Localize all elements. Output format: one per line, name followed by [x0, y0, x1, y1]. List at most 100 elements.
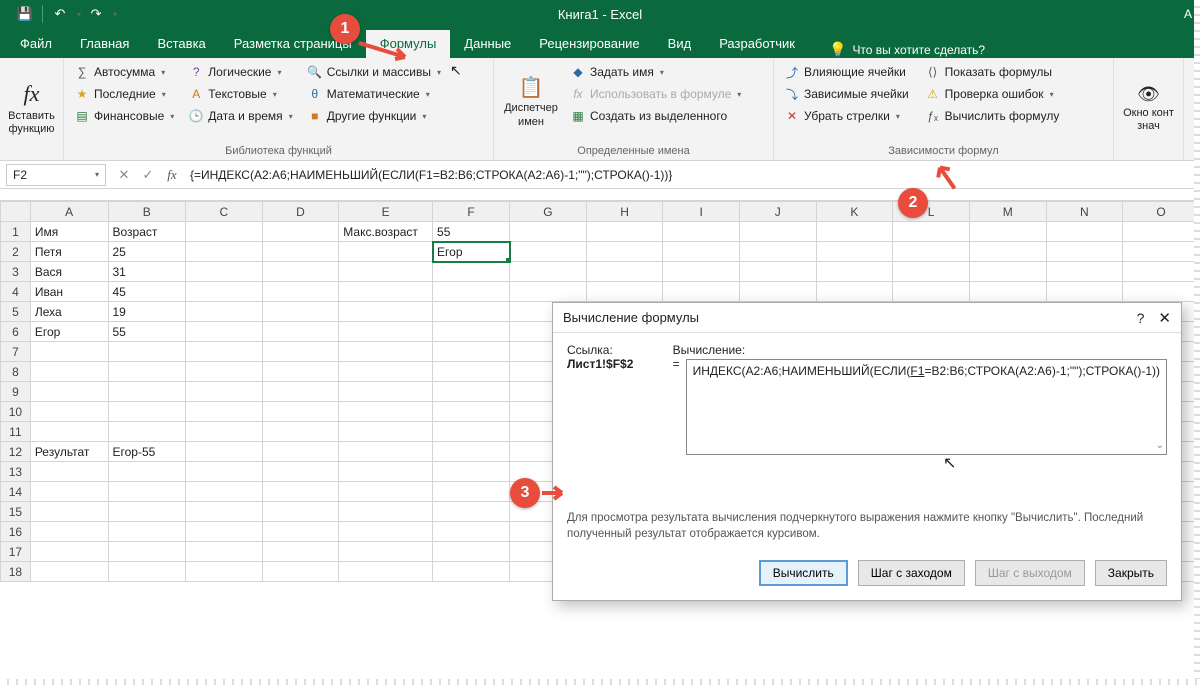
create-from-selection-button[interactable]: ▦Создать из выделенного	[566, 106, 745, 126]
formula-bar: F2▾ ✕ ✓ fx {=ИНДЕКС(A2:A6;НАИМЕНЬШИЙ(ЕСЛ…	[0, 161, 1200, 189]
names-group-label: Определенные имена	[494, 143, 773, 160]
financial-icon: ▤	[74, 108, 90, 124]
callout-2-arrow	[929, 161, 964, 199]
clock-icon: 🕒	[188, 108, 204, 124]
tab-developer[interactable]: Разработчик	[705, 30, 809, 58]
show-formulas-icon: ⟨⟩	[925, 64, 941, 80]
theta-icon: θ	[307, 86, 323, 102]
trace-dependents-button[interactable]: ⤵Зависимые ячейки	[780, 84, 913, 104]
fx-small-icon: fx	[570, 86, 586, 102]
formula-input[interactable]: {=ИНДЕКС(A2:A6;НАИМЕНЬШИЙ(ЕСЛИ(F1=B2:B6;…	[184, 168, 1200, 182]
show-formulas-button[interactable]: ⟨⟩Показать формулы	[921, 62, 1064, 82]
tab-review[interactable]: Рецензирование	[525, 30, 653, 58]
undo-dropdown-icon[interactable]: ▾	[77, 10, 81, 19]
callout-1: 1	[330, 14, 360, 44]
lookup-button[interactable]: 🔍Ссылки и массивы▾	[303, 62, 445, 82]
save-button[interactable]: 💾	[14, 3, 36, 25]
close-dialog-button[interactable]: Закрыть	[1095, 560, 1167, 586]
insert-function-button[interactable]: fx Вставить функцию	[6, 62, 57, 155]
logical-button[interactable]: ?Логические▾	[184, 62, 296, 82]
qat-customize-icon[interactable]: ▾	[113, 10, 117, 19]
window-title: Книга1 - Excel	[558, 7, 642, 22]
remove-arrows-icon: ✕	[784, 108, 800, 124]
torn-edge-bottom	[0, 679, 1200, 685]
underlined-expr: F1	[910, 364, 924, 378]
name-manager-button[interactable]: 📋 Диспетчер имен	[500, 62, 562, 143]
text-button[interactable]: AТекстовые▾	[184, 84, 296, 104]
namebox-dropdown-icon[interactable]: ▾	[95, 170, 99, 179]
cursor-pointer-icon: ↖	[450, 62, 462, 79]
math-button[interactable]: θМатематические▾	[303, 84, 445, 104]
close-button[interactable]: ✕	[1158, 309, 1171, 327]
evaluate-button[interactable]: Вычислить	[759, 560, 848, 586]
error-checking-button[interactable]: ⚠Проверка ошибок▾	[921, 84, 1064, 104]
watch-icon: 👁	[1137, 84, 1160, 106]
callout-3: 3	[510, 478, 540, 508]
watch-window-button[interactable]: 👁 Окно конт знач	[1120, 62, 1177, 155]
dependents-icon: ⤵	[784, 86, 800, 102]
lookup-icon: 🔍	[307, 64, 323, 80]
financial-button[interactable]: ▤Финансовые▾	[70, 106, 178, 126]
autosum-button[interactable]: ∑Автосумма▾	[70, 62, 178, 82]
torn-edge-right	[1194, 0, 1200, 685]
separator	[42, 5, 43, 23]
remove-arrows-button[interactable]: ✕Убрать стрелки▾	[780, 106, 913, 126]
tab-view[interactable]: Вид	[654, 30, 706, 58]
group-label	[0, 155, 63, 160]
insert-function-label: Вставить функцию	[8, 110, 55, 136]
title-bar: 💾 ↶ ▾ ↷ ▾ Книга1 - Excel А	[0, 0, 1200, 28]
step-out-button[interactable]: Шаг с выходом	[975, 560, 1085, 586]
more-fn-button[interactable]: ■Другие функции▾	[303, 106, 445, 126]
column-headers[interactable]: ABCDEFGHIJKLMNO	[1, 202, 1200, 222]
define-name-button[interactable]: ◆Задать имя▾	[566, 62, 745, 82]
warning-icon: ⚠	[925, 86, 941, 102]
name-manager-icon: 📋	[519, 76, 544, 100]
text-icon: A	[188, 86, 204, 102]
cancel-button[interactable]: ✕	[112, 167, 136, 183]
undo-button[interactable]: ↶	[49, 3, 71, 25]
fx-button[interactable]: fx	[160, 167, 184, 183]
fill-handle[interactable]	[506, 258, 510, 262]
evaluation-box[interactable]: ИНДЕКС(A2:A6;НАИМЕНЬШИЙ(ЕСЛИ(F1=B2:B6;СТ…	[686, 359, 1167, 455]
create-icon: ▦	[570, 108, 586, 124]
tell-me-search[interactable]: 💡 Что вы хотите сделать?	[829, 41, 985, 58]
quick-access-toolbar: 💾 ↶ ▾ ↷ ▾	[0, 3, 117, 25]
callout-3-arrow	[540, 484, 570, 502]
reference-value: Лист1!$F$2	[567, 357, 633, 371]
tab-home[interactable]: Главная	[66, 30, 143, 58]
tell-me-label: Что вы хотите сделать?	[852, 43, 985, 57]
datetime-button[interactable]: 🕒Дата и время▾	[184, 106, 296, 126]
lightbulb-icon: 💡	[829, 41, 846, 58]
help-button[interactable]: ?	[1137, 310, 1145, 326]
dialog-hint: Для просмотра результата вычисления подч…	[567, 511, 1167, 542]
step-in-button[interactable]: Шаг с заходом	[858, 560, 965, 586]
select-all[interactable]	[1, 202, 31, 222]
dialog-title: Вычисление формулы	[563, 310, 699, 325]
tab-insert[interactable]: Вставка	[143, 30, 219, 58]
more-icon: ■	[307, 108, 323, 124]
tab-data[interactable]: Данные	[450, 30, 525, 58]
trace-precedents-button[interactable]: ⤴Влияющие ячейки	[780, 62, 913, 82]
name-box[interactable]: F2▾	[6, 164, 106, 186]
evaluation-label: Вычисление:	[673, 343, 1167, 357]
scroll-down-icon[interactable]: ⌄	[1156, 439, 1164, 452]
ribbon: fx Вставить функцию ∑Автосумма▾ ★Последн…	[0, 58, 1200, 161]
selected-cell[interactable]: Егор	[433, 242, 510, 262]
callout-1-arrow	[357, 41, 415, 63]
library-group-label: Библиотека функций	[64, 143, 493, 160]
evaluate-formula-button[interactable]: ƒₓВычислить формулу	[921, 106, 1064, 126]
logical-icon: ?	[188, 64, 204, 80]
recent-button[interactable]: ★Последние▾	[70, 84, 178, 104]
reference-label: Ссылка:	[567, 343, 655, 357]
title-right: А	[1184, 7, 1192, 21]
sigma-icon: ∑	[74, 64, 90, 80]
star-icon: ★	[74, 86, 90, 102]
watch-group-label	[1114, 155, 1183, 160]
tab-file[interactable]: Файл	[6, 30, 66, 58]
evaluate-icon: ƒₓ	[925, 108, 941, 124]
enter-button[interactable]: ✓	[136, 167, 160, 183]
use-in-formula-button[interactable]: fxИспользовать в формуле▾	[566, 84, 745, 104]
tag-icon: ◆	[570, 64, 586, 80]
dialog-titlebar[interactable]: Вычисление формулы ? ✕	[553, 303, 1181, 333]
redo-button[interactable]: ↷	[85, 3, 107, 25]
